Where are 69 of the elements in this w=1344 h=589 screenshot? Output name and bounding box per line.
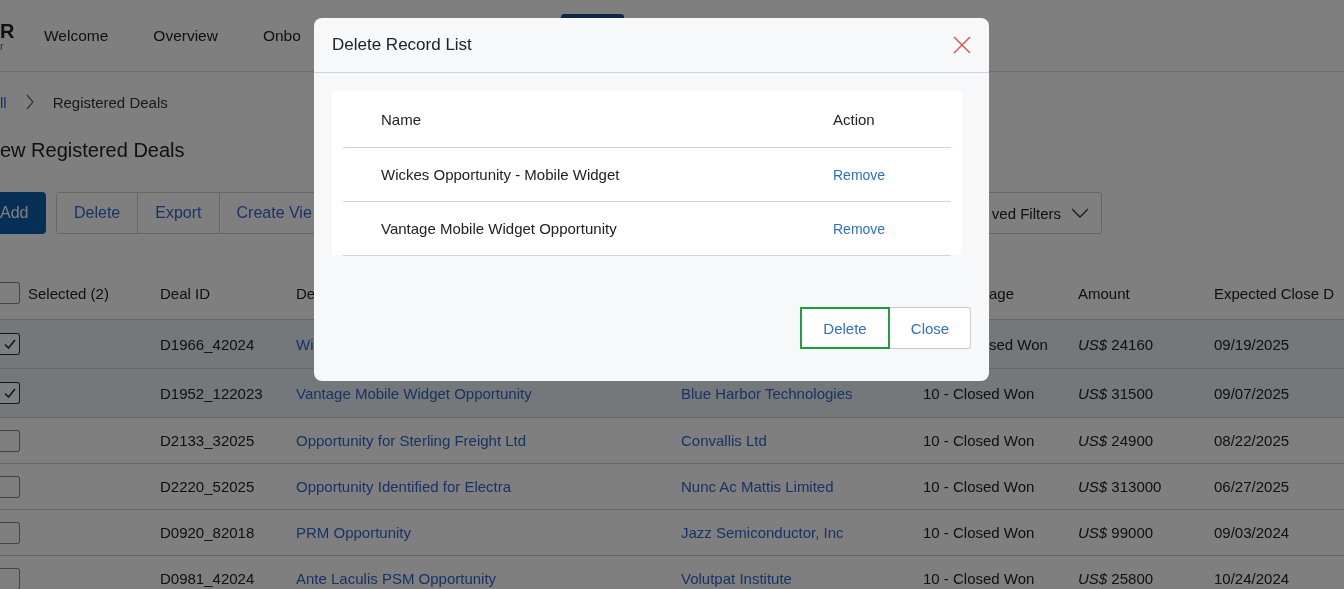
table-cell: 10 - Closed Won — [923, 524, 1035, 541]
account-link[interactable]: Nunc Ac Mattis Limited — [681, 478, 834, 495]
deal-link[interactable]: Vantage Mobile Widget Opportunity — [296, 384, 532, 402]
table-cell: 08/22/2025 — [1214, 432, 1290, 449]
tab-indicator — [561, 14, 624, 18]
close-button[interactable]: Close — [890, 307, 971, 349]
table-cell: 10 - Closed Won — [923, 478, 1035, 495]
table-cell: 09/03/2024 — [1214, 524, 1290, 541]
column-header: Selected (2) — [28, 284, 109, 302]
account-link[interactable]: Jazz Semiconductor, Inc — [681, 524, 844, 541]
deal-link[interactable]: Opportunity Identified for Electra — [296, 478, 512, 495]
add-button[interactable]: Add — [0, 192, 46, 234]
table-cell: 09/07/2025 — [1214, 384, 1290, 402]
checkbox[interactable] — [0, 382, 20, 404]
page-title: ew Registered Deals — [0, 138, 186, 163]
chevron-down-icon — [1071, 208, 1089, 218]
account-link[interactable]: Convallis Ltd — [681, 432, 767, 449]
table-cell: 06/27/2025 — [1214, 478, 1290, 495]
table-cell: US$ 99000 — [1078, 524, 1154, 541]
table-cell: US$ 24900 — [1078, 432, 1154, 449]
column-header: Amount — [1078, 284, 1130, 302]
dialog-title: Delete Record List — [332, 35, 472, 55]
table-cell: D2220_52025 — [160, 478, 255, 495]
checkbox[interactable] — [0, 521, 20, 544]
table-cell: 10 - Closed Won — [923, 432, 1035, 449]
checkbox[interactable] — [0, 475, 20, 498]
breadcrumb-current: Registered Deals — [52, 93, 168, 111]
deal-link[interactable]: Opportunity for Sterling Freight Ltd — [296, 432, 527, 449]
nav-tab[interactable]: Welcome — [44, 26, 109, 45]
table-cell: US$ 24160 — [1078, 335, 1154, 353]
column-header: Expected Close D — [1214, 284, 1335, 302]
deal-link[interactable]: Ante Laculis PSM Opportunity — [296, 570, 497, 587]
deal-link[interactable]: Wi — [296, 335, 314, 353]
column-header: Deal ID — [160, 284, 211, 302]
logo-mark: R — [0, 22, 12, 40]
account-link[interactable]: Volutpat Institute — [681, 570, 792, 587]
table-cell: D2133_32025 — [160, 432, 255, 449]
deal-link[interactable]: PRM Opportunity — [296, 524, 412, 541]
breadcrumb-link[interactable]: ll — [0, 93, 7, 111]
column-header: De — [296, 284, 316, 302]
table-cell: D0920_82018 — [160, 524, 255, 541]
nav-tab[interactable]: Overview — [153, 26, 218, 45]
chevron-right-icon — [24, 94, 35, 110]
checkbox[interactable] — [0, 429, 20, 452]
nav-tab[interactable]: Onbo — [262, 26, 301, 45]
table-cell: 10 - Closed Won — [923, 570, 1035, 587]
account-link[interactable]: Blue Harbor Technologies — [681, 384, 853, 402]
record-name: Vantage Mobile Widget Opportunity — [381, 220, 618, 237]
column-header: Name — [381, 110, 422, 128]
checkbox[interactable] — [0, 567, 20, 589]
table-cell: 09/19/2025 — [1214, 335, 1290, 353]
table-cell: D1966_42024 — [160, 335, 255, 353]
table-cell: 10/24/2024 — [1214, 570, 1290, 587]
logo-subtext: r — [0, 40, 5, 52]
record-name: Wickes Opportunity - Mobile Widget — [381, 166, 621, 183]
checkbox[interactable] — [0, 282, 20, 304]
toolbar-button[interactable]: Delete — [57, 193, 139, 233]
column-header: Action — [833, 110, 876, 128]
table-cell: US$ 31500 — [1078, 384, 1154, 402]
column-header: age — [989, 284, 1015, 302]
delete-button[interactable]: Delete — [800, 307, 890, 349]
checkbox[interactable] — [0, 333, 20, 355]
close-icon[interactable] — [953, 36, 971, 54]
table-cell: sed Won — [989, 335, 1048, 353]
table-cell: D0981_42024 — [160, 570, 255, 587]
table-cell: 10 - Closed Won — [923, 384, 1035, 402]
table-cell: D1952_122023 — [160, 384, 263, 402]
table-cell: US$ 25800 — [1078, 570, 1154, 587]
table-cell: US$ 313000 — [1078, 478, 1162, 495]
